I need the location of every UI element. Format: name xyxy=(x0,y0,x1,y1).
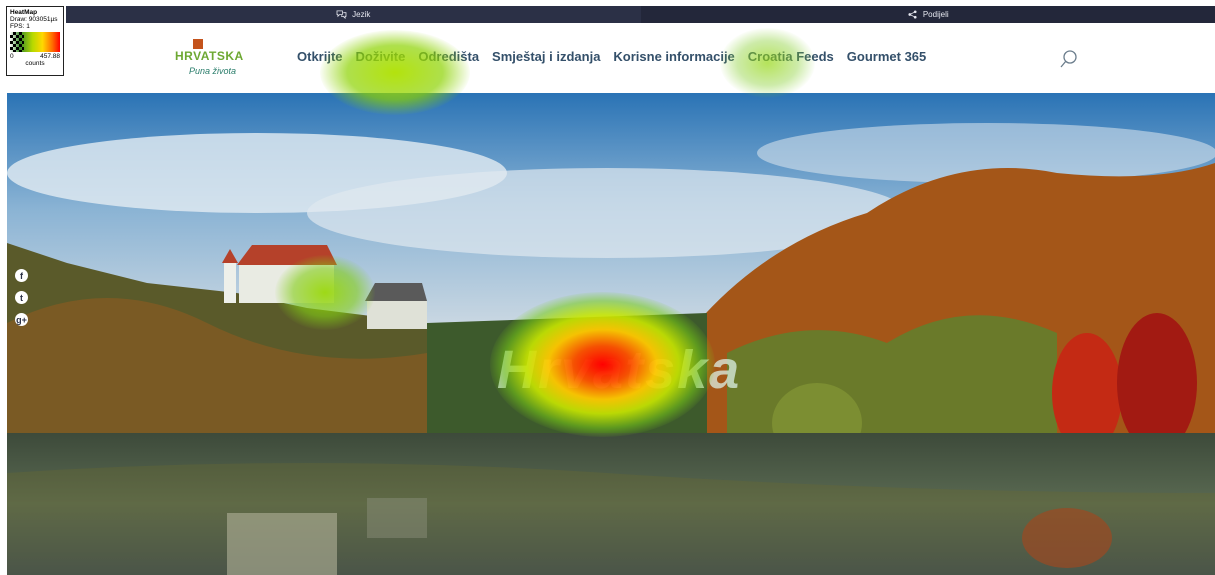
site-logo[interactable]: HRVATSKA Puna života xyxy=(171,37,251,81)
legend-color-bar xyxy=(10,32,60,52)
legend-min: 0 xyxy=(10,53,14,60)
hero-landscape-image xyxy=(7,93,1215,575)
main-nav: Otkrijte Doživite Odredišta Smještaj i i… xyxy=(297,49,926,64)
hero-banner: Hrvatska f t g+ xyxy=(7,93,1215,575)
social-links: f t g+ xyxy=(15,269,29,326)
heatmap-legend: HeatMap Draw: 903051µs FPS: 1 0 457.88 c… xyxy=(6,6,64,76)
legend-title: HeatMap xyxy=(10,9,38,16)
nav-item-gourmet-365[interactable]: Gourmet 365 xyxy=(847,49,926,64)
utility-bar: Jezik Podijeli xyxy=(66,6,1215,23)
nav-item-odredista[interactable]: Odredišta xyxy=(418,49,479,64)
logo-tagline: Puna života xyxy=(189,66,237,76)
language-label: Jezik xyxy=(352,10,371,19)
nav-item-croatia-feeds[interactable]: Croatia Feeds xyxy=(748,49,834,64)
nav-item-korisne-informacije[interactable]: Korisne informacije xyxy=(613,49,734,64)
search-icon[interactable] xyxy=(1060,50,1078,68)
facebook-icon[interactable]: f xyxy=(15,269,28,282)
legend-draw: Draw: 903051µs xyxy=(10,16,58,23)
legend-unit: counts xyxy=(25,60,45,67)
share-label: Podijeli xyxy=(922,10,949,19)
share-button[interactable]: Podijeli xyxy=(640,6,1215,23)
nav-item-smjestaj[interactable]: Smještaj i izdanja xyxy=(492,49,600,64)
twitter-icon[interactable]: t xyxy=(15,291,28,304)
nav-item-otkrijte[interactable]: Otkrijte xyxy=(297,49,343,64)
hero-title: Hrvatska xyxy=(497,340,742,400)
language-button[interactable]: Jezik xyxy=(66,6,641,23)
google-plus-icon[interactable]: g+ xyxy=(15,313,28,326)
nav-item-dozivite[interactable]: Doživite xyxy=(356,49,406,64)
share-icon xyxy=(908,10,917,19)
main-header: HRVATSKA Puna života Otkrijte Doživite O… xyxy=(66,23,1215,93)
legend-max: 457.88 xyxy=(40,53,60,60)
logo-wordmark: HRVATSKA xyxy=(175,49,244,63)
chat-bubbles-icon xyxy=(336,10,347,19)
legend-fps: FPS: 1 xyxy=(10,23,30,30)
